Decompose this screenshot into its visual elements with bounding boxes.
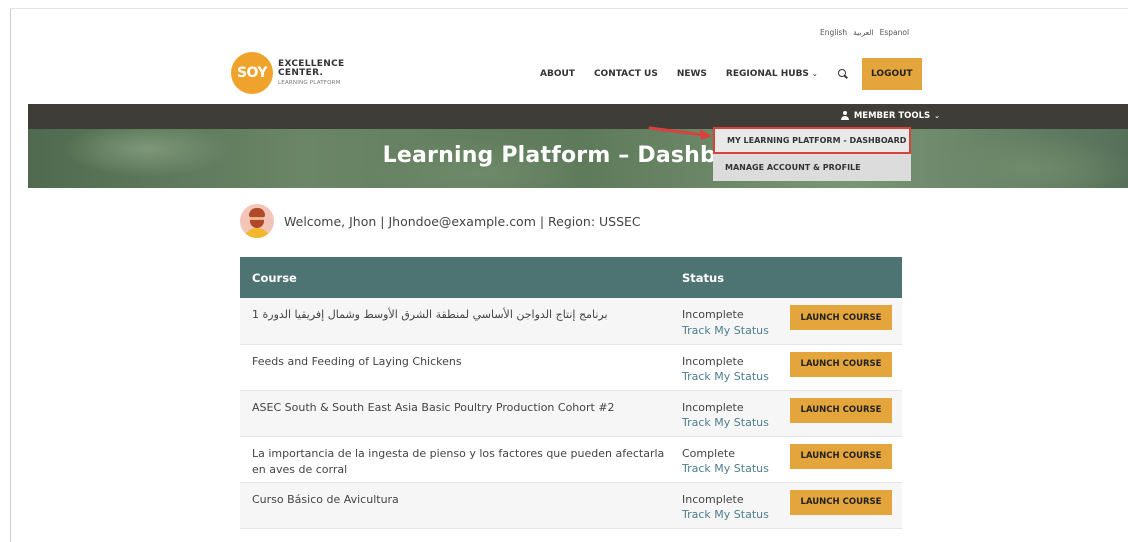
logout-button[interactable]: LOGOUT: [861, 58, 922, 90]
course-table: Course Status برنامج إنتاج الدواجن الأسا…: [240, 257, 902, 529]
track-status-link[interactable]: Track My Status: [682, 507, 778, 523]
course-name: Curso Básico de Avicultura: [240, 482, 670, 529]
launch-course-button[interactable]: LAUNCH COURSE: [790, 397, 892, 423]
course-name: La importancia de la ingesta de pienso y…: [240, 436, 670, 483]
menu-item-dashboard[interactable]: MY LEARNING PLATFORM - DASHBOARD: [713, 127, 911, 154]
track-status-link[interactable]: Track My Status: [682, 461, 778, 477]
action-cell: LAUNCH COURSE: [778, 482, 902, 529]
status-value: Incomplete: [682, 354, 744, 368]
column-header-course: Course: [240, 257, 670, 298]
chevron-down-icon: ⌄: [934, 112, 940, 120]
nav-news[interactable]: NEWS: [677, 69, 707, 79]
search-icon[interactable]: [837, 68, 849, 80]
launch-course-button[interactable]: LAUNCH COURSE: [790, 443, 892, 469]
lang-spanish[interactable]: Espanol: [880, 28, 909, 37]
status-value: Incomplete: [682, 492, 744, 506]
status-cell: Incomplete Track My Status: [670, 344, 778, 391]
user-icon: [840, 111, 850, 121]
screenshot-frame-top: [10, 8, 1128, 9]
avatar: [240, 204, 274, 238]
status-value: Complete: [682, 446, 736, 460]
launch-course-button[interactable]: LAUNCH COURSE: [790, 489, 892, 515]
soy-logo-mark: SOY: [231, 52, 273, 94]
table-row: La importancia de la ingesta de pienso y…: [240, 436, 902, 483]
nav-regional-hubs[interactable]: REGIONAL HUBS ⌄: [726, 69, 818, 79]
lang-english[interactable]: English: [820, 28, 847, 37]
table-row: Curso Básico de Avicultura Incomplete Tr…: [240, 482, 902, 529]
launch-course-button[interactable]: LAUNCH COURSE: [790, 305, 892, 330]
main-nav: ABOUT CONTACT US NEWS REGIONAL HUBS ⌄ LOG…: [540, 58, 922, 90]
status-value: Incomplete: [682, 308, 744, 321]
track-status-link[interactable]: Track My Status: [682, 323, 778, 339]
column-header-status: Status: [670, 257, 778, 298]
course-name: برنامج إنتاج الدواجن الأساسي لمنطقة الشر…: [240, 298, 670, 345]
logo-line-2: CENTER.: [278, 68, 324, 79]
table-row: برنامج إنتاج الدواجن الأساسي لمنطقة الشر…: [240, 298, 902, 345]
table-row: Feeds and Feeding of Laying Chickens Inc…: [240, 344, 902, 391]
chevron-down-icon: ⌄: [811, 70, 818, 78]
site-logo[interactable]: SOY EXCELLENCE CENTER. LEARNING PLATFORM: [231, 52, 344, 94]
nav-regional-hubs-label: REGIONAL HUBS: [725, 69, 809, 79]
action-cell: LAUNCH COURSE: [778, 298, 902, 345]
track-status-link[interactable]: Track My Status: [682, 369, 778, 385]
screenshot-frame-left: [10, 8, 11, 542]
status-cell: Incomplete Track My Status: [670, 390, 778, 437]
action-cell: LAUNCH COURSE: [778, 436, 902, 483]
member-tools-label: MEMBER TOOLS: [853, 111, 931, 121]
action-cell: LAUNCH COURSE: [778, 344, 902, 391]
action-cell: LAUNCH COURSE: [778, 390, 902, 437]
status-cell: Complete Track My Status: [670, 436, 778, 483]
status-cell: Incomplete Track My Status: [670, 298, 778, 345]
member-tools-menu[interactable]: MEMBER TOOLS ⌄: [840, 111, 940, 121]
annotation-arrow-icon: [648, 126, 712, 140]
member-tools-dropdown: MY LEARNING PLATFORM - DASHBOARD MANAGE …: [713, 127, 911, 181]
course-name: Feeds and Feeding of Laying Chickens: [240, 344, 670, 391]
page-title: Learning Platform – Dashboard: [382, 143, 774, 168]
lang-arabic[interactable]: العربية: [853, 28, 874, 37]
welcome-section: Welcome, Jhon | Jhondoe@example.com | Re…: [240, 204, 641, 238]
table-row: ASEC South & South East Asia Basic Poult…: [240, 390, 902, 437]
member-toolbar: MEMBER TOOLS ⌄: [28, 104, 1128, 129]
track-status-link[interactable]: Track My Status: [682, 415, 778, 431]
nav-contact-us[interactable]: CONTACT US: [594, 69, 658, 79]
menu-item-manage-account[interactable]: MANAGE ACCOUNT & PROFILE: [713, 154, 911, 181]
welcome-text: Welcome, Jhon | Jhondoe@example.com | Re…: [284, 213, 641, 229]
table-header-row: Course Status: [240, 257, 902, 298]
status-cell: Incomplete Track My Status: [670, 482, 778, 529]
launch-course-button[interactable]: LAUNCH COURSE: [790, 351, 892, 377]
hero-banner: Learning Platform – Dashboard: [28, 129, 1128, 188]
nav-about[interactable]: ABOUT: [540, 69, 575, 79]
language-selector: English العربية Espanol: [820, 28, 909, 37]
status-value: Incomplete: [682, 400, 744, 414]
logo-line-3: LEARNING PLATFORM: [278, 79, 341, 86]
logo-text: EXCELLENCE CENTER. LEARNING PLATFORM: [278, 59, 344, 87]
course-name: ASEC South & South East Asia Basic Poult…: [240, 390, 670, 437]
column-header-action: [778, 257, 902, 298]
